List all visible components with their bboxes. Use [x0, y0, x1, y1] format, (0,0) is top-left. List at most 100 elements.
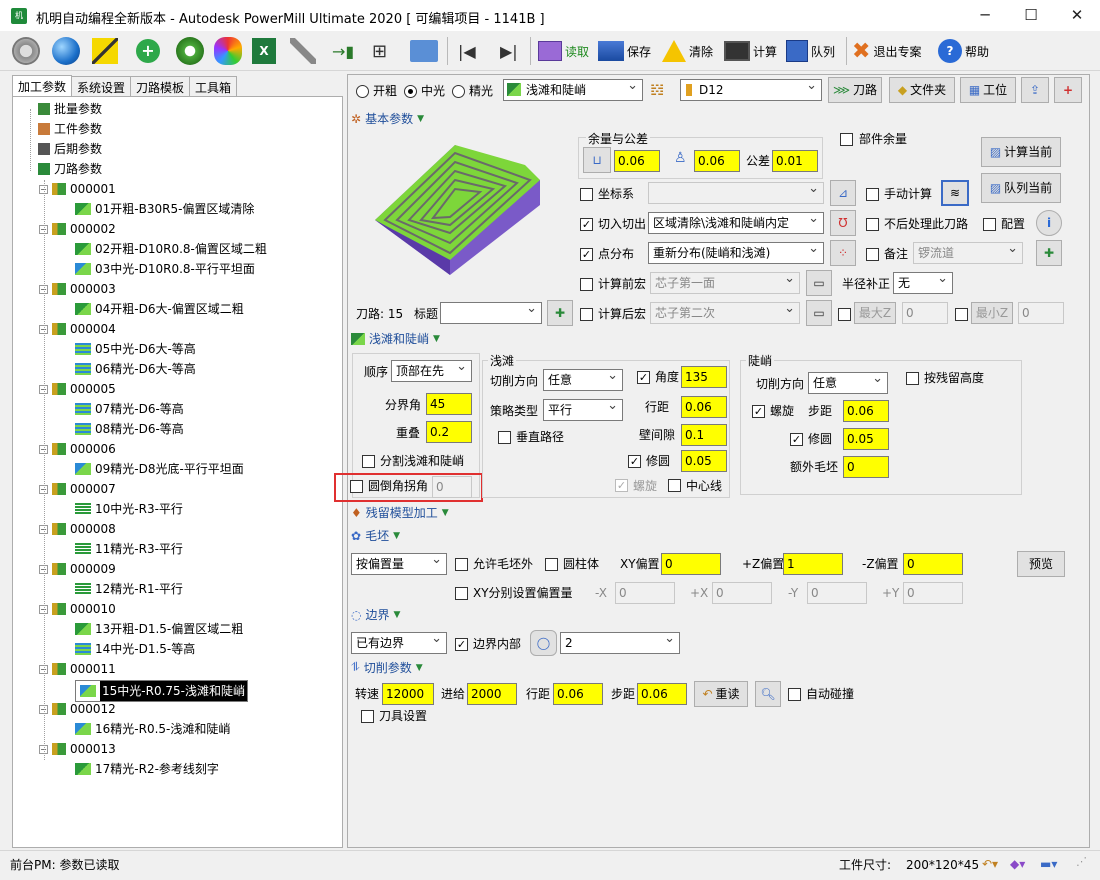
tree-toolpath-item[interactable]: 11精光-R3-平行 — [75, 540, 183, 558]
tree-toolpath-item[interactable]: 07精光-D6-等高 — [75, 400, 184, 418]
wrench-button[interactable] — [290, 35, 316, 67]
angle-input[interactable]: 135 — [681, 366, 727, 388]
title-select[interactable] — [440, 302, 542, 324]
tree-toolpath-item[interactable]: 10中光-R3-平行 — [75, 500, 183, 518]
tool-setting-checkbox[interactable] — [361, 710, 374, 723]
close-button[interactable]: ✕ — [1054, 0, 1100, 31]
tree-group[interactable]: −000006 — [39, 440, 116, 458]
minus-y-input[interactable]: 0 — [807, 582, 867, 604]
plus-z-offset-input[interactable]: 1 — [783, 553, 843, 575]
settings-button[interactable] — [176, 35, 204, 67]
tree-toolpath-item[interactable]: 06精光-D6大-等高 — [75, 360, 196, 378]
tree-root-toolpath[interactable]: 刀路参数 — [38, 160, 102, 178]
boundary-angle-input[interactable]: 45 — [426, 393, 472, 415]
tree-toolpath-item[interactable]: 09精光-D8光底-平行平坦面 — [75, 460, 244, 478]
note-checkbox[interactable] — [866, 248, 879, 261]
toolpath-button[interactable]: ⋙ 刀路 — [828, 77, 882, 103]
clear-button[interactable]: 清除 — [662, 35, 713, 67]
by-scallop-checkbox[interactable] — [906, 372, 919, 385]
tool-select[interactable]: D12 — [680, 79, 822, 101]
xy-offset-input[interactable]: 0 — [661, 553, 721, 575]
plus-y-input[interactable]: 0 — [903, 582, 963, 604]
max-z-input[interactable]: 0 — [902, 302, 948, 324]
bottom-allowance-input[interactable]: 0.06 — [694, 150, 740, 172]
tolerance-input[interactable]: 0.01 — [772, 150, 818, 172]
cut-step-input[interactable]: 0.06 — [637, 683, 687, 705]
extra-blank-input[interactable]: 0 — [843, 456, 889, 478]
tree-group[interactable]: −000007 — [39, 480, 116, 498]
tree-toolpath-item[interactable]: 13开粗-D1.5-偏置区域二粗 — [75, 620, 243, 638]
tree-group[interactable]: −000003 — [39, 280, 116, 298]
wall-gap-input[interactable]: 0.1 — [681, 424, 727, 446]
post-macro-checkbox[interactable] — [580, 308, 593, 321]
max-z-checkbox[interactable] — [838, 308, 851, 321]
calc-current-button[interactable]: ▨ 计算当前 — [981, 137, 1061, 167]
help-button[interactable]: ? 帮助 — [938, 35, 989, 67]
tree-root-workpiece[interactable]: 工件参数 — [38, 120, 102, 138]
blank-type-select[interactable]: 按偏置量 — [351, 553, 447, 575]
resize-grip-icon[interactable]: ⋰ — [1076, 855, 1087, 868]
tree-toolpath-item[interactable]: 16精光-R0.5-浅滩和陡峭 — [75, 720, 230, 738]
angle-checkbox[interactable]: ✓ — [637, 371, 650, 384]
tree-root-batch[interactable]: 批量参数 — [38, 100, 102, 118]
split-checkbox[interactable] — [362, 455, 375, 468]
tree-toolpath-item[interactable]: 02开粗-D10R0.8-偏置区域二粗 — [75, 240, 267, 258]
maximize-button[interactable]: ☐ — [1008, 0, 1054, 31]
tab-system-settings[interactable]: 系统设置 — [71, 76, 132, 96]
layers-button[interactable]: ≋ — [941, 180, 969, 206]
export-button[interactable]: ⇪ — [1021, 77, 1049, 103]
cube-status-icon[interactable]: ◆▾ — [1010, 857, 1025, 871]
tab-toolbox[interactable]: 工具箱 — [189, 76, 238, 96]
max-z-button[interactable]: 最大Z — [854, 302, 896, 324]
plus-x-input[interactable]: 0 — [712, 582, 772, 604]
shallow-fillet-checkbox[interactable]: ✓ — [628, 455, 641, 468]
tree-group[interactable]: −000010 — [39, 600, 116, 618]
centerline-checkbox[interactable] — [668, 479, 681, 492]
boundary-type-select[interactable]: 已有边界 — [351, 632, 447, 654]
tree-group[interactable]: −000004 — [39, 320, 116, 338]
note-select[interactable]: 锣流道 — [913, 242, 1023, 264]
tree-group[interactable]: −000009 — [39, 560, 116, 578]
point-dist-button[interactable]: ⁘ — [830, 240, 856, 266]
tree-group[interactable]: −000001 — [39, 180, 116, 198]
post-macro-button[interactable]: ▭ — [806, 300, 832, 326]
pre-macro-button[interactable]: ▭ — [806, 270, 832, 296]
point-dist-checkbox[interactable]: ✓ — [580, 248, 593, 261]
tree-root-post[interactable]: 后期参数 — [38, 140, 102, 158]
steep-fillet-checkbox[interactable]: ✓ — [790, 433, 803, 446]
tree-toolpath-item[interactable]: 08精光-D6-等高 — [75, 420, 184, 438]
steep-spiral-checkbox[interactable]: ✓ — [752, 405, 765, 418]
note-add-button[interactable]: ✚ — [1036, 240, 1062, 266]
folder-status-icon[interactable]: ▬▾ — [1040, 857, 1057, 871]
tab-toolpath-template[interactable]: 刀路模板 — [130, 76, 191, 96]
speed-input[interactable]: 12000 — [382, 683, 434, 705]
tree-group[interactable]: −000008 — [39, 520, 116, 538]
radio-mid[interactable] — [404, 85, 417, 98]
steep-fillet-input[interactable]: 0.05 — [843, 428, 889, 450]
minus-z-offset-input[interactable]: 0 — [903, 553, 963, 575]
shallow-spiral-checkbox[interactable]: ✓ — [615, 479, 628, 492]
last-button[interactable]: ▶| — [500, 35, 518, 67]
info-button[interactable]: i — [1036, 210, 1062, 236]
vertical-path-checkbox[interactable] — [498, 431, 511, 444]
strategy-type-select[interactable]: 平行 — [543, 399, 623, 421]
min-z-button[interactable]: 最小Z — [971, 302, 1013, 324]
side-allowance-button[interactable]: ⊔ — [583, 147, 611, 173]
min-z-checkbox[interactable] — [955, 308, 968, 321]
first-button[interactable]: |◀ — [458, 35, 476, 67]
pre-macro-select[interactable]: 芯子第一面 — [650, 272, 800, 294]
inout-select[interactable]: 区域清除\浅滩和陡峭内定 — [648, 212, 824, 234]
undo-status-icon[interactable]: ↶▾ — [982, 857, 998, 871]
chamfer-corner-input[interactable]: 0 — [432, 476, 472, 498]
radius-comp-select[interactable]: 无 — [893, 272, 953, 294]
overlap-input[interactable]: 0.2 — [426, 421, 472, 443]
title-add-button[interactable]: ✚ — [547, 300, 573, 326]
side-allowance-input[interactable]: 0.06 — [614, 150, 660, 172]
tree-group[interactable]: −000013 — [39, 740, 116, 758]
allow-outside-checkbox[interactable] — [455, 558, 468, 571]
boundary-inside-checkbox[interactable]: ✓ — [455, 638, 468, 651]
cylinder-checkbox[interactable] — [545, 558, 558, 571]
tree-group[interactable]: −000011 — [39, 660, 116, 678]
exit-project-button[interactable]: ✖ 退出专案 — [852, 35, 921, 67]
section-boundary[interactable]: ◌ 边界 ▼ — [351, 606, 400, 623]
